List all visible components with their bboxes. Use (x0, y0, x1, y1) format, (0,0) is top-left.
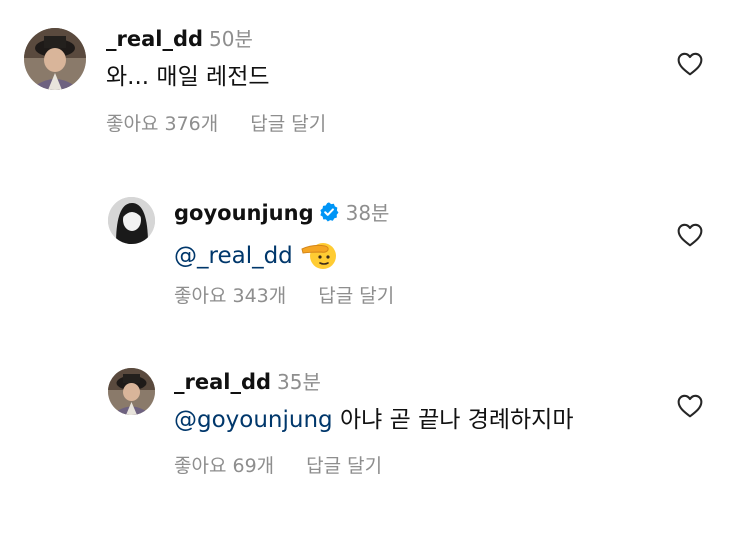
avatar[interactable] (24, 28, 86, 90)
reply-button[interactable]: 답글 달기 (318, 285, 394, 307)
comment-actions: 좋아요 69개 답글 달기 (174, 457, 382, 476)
comment-header: goyounjung 38분 (174, 201, 389, 224)
like-count[interactable]: 좋아요 343개 (174, 285, 286, 307)
heart-outline-icon[interactable] (677, 52, 703, 76)
mention-link[interactable]: @goyounjung (174, 407, 333, 433)
username[interactable]: _real_dd (106, 27, 203, 51)
verified-badge-icon (319, 202, 339, 222)
timestamp: 35분 (277, 370, 321, 394)
mention-link[interactable]: @_real_dd (174, 243, 293, 269)
heart-outline-icon[interactable] (677, 394, 703, 418)
heart-outline-icon[interactable] (677, 223, 703, 247)
timestamp: 38분 (345, 201, 390, 225)
comment-text-body: 아냐 곧 끝나 경례하지마 (332, 407, 574, 433)
avatar-image (108, 368, 155, 415)
avatar-image (24, 28, 86, 90)
reply-button[interactable]: 답글 달기 (250, 113, 326, 135)
avatar[interactable] (108, 197, 155, 244)
timestamp: 50분 (209, 27, 253, 51)
comment-header: _real_dd 35분 (174, 372, 321, 393)
comment-actions: 좋아요 376개 답글 달기 (106, 115, 326, 134)
comment-actions: 좋아요 343개 답글 달기 (174, 287, 394, 306)
reply-button[interactable]: 답글 달기 (306, 455, 382, 477)
username[interactable]: goyounjung (174, 201, 314, 225)
avatar-image (108, 197, 155, 244)
comment-text: 와... 매일 레전드 (106, 64, 270, 90)
like-count[interactable]: 좋아요 69개 (174, 455, 274, 477)
saluting-face-emoji (301, 243, 336, 269)
avatar[interactable] (108, 368, 155, 415)
username[interactable]: _real_dd (174, 370, 271, 394)
comment-text: @goyounjung 아냐 곧 끝나 경례하지마 (174, 409, 574, 432)
comment-text: @_real_dd (174, 238, 337, 270)
comment-header: _real_dd 50분 (106, 29, 253, 50)
like-count[interactable]: 좋아요 376개 (106, 113, 218, 135)
